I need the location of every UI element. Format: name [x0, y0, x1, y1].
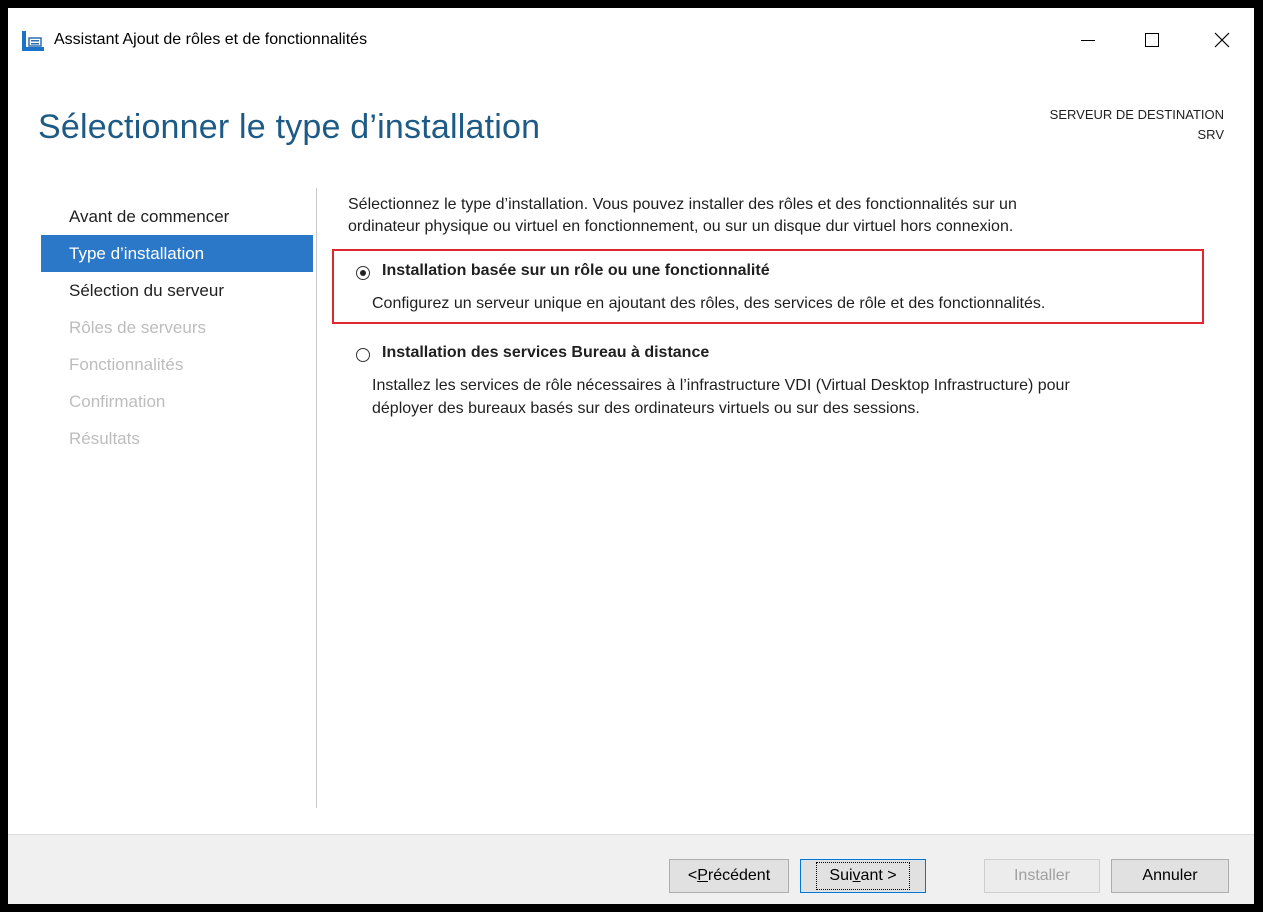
- option-title[interactable]: Installation basée sur un rôle ou une fo…: [382, 262, 770, 280]
- previous-prefix: <: [687, 867, 698, 884]
- nav-item-results: Résultats: [69, 429, 140, 448]
- title-bar[interactable]: Assistant Ajout de rôles et de fonctionn…: [8, 8, 1254, 74]
- close-icon: [1214, 32, 1230, 48]
- previous-button[interactable]: < Précédent: [669, 859, 789, 893]
- previous-label: récédent: [707, 867, 771, 884]
- nav-divider: [316, 188, 317, 808]
- nav-item-installation-type[interactable]: Type d’installation: [41, 235, 313, 272]
- minimize-icon: [1081, 40, 1095, 41]
- page-title: Sélectionner le type d’installation: [38, 108, 541, 146]
- nav-item-features: Fonctionnalités: [69, 355, 184, 374]
- nav-item-server-selection[interactable]: Sélection du serveur: [41, 272, 313, 309]
- next-prefix: Sui: [829, 867, 853, 884]
- destination-server-info: SERVEUR DE DESTINATION SRV: [1050, 105, 1224, 145]
- next-focus-rect: Suivant >: [816, 862, 910, 890]
- previous-mnemonic: P: [697, 867, 708, 884]
- window-title: Assistant Ajout de rôles et de fonctionn…: [54, 31, 368, 48]
- intro-line-2: ordinateur physique ou virtuel en foncti…: [348, 218, 1014, 235]
- role-based-radio[interactable]: [356, 266, 370, 280]
- destination-label: SERVEUR DE DESTINATION: [1049, 107, 1224, 122]
- nav-item-confirmation: Confirmation: [69, 392, 166, 411]
- option-description-line-1: Installez les services de rôle nécessair…: [372, 377, 1070, 394]
- main-content: Sélectionnez le type d’installation. Vou…: [348, 194, 1208, 417]
- install-button: Installer: [984, 859, 1100, 893]
- next-mnemonic: v: [852, 867, 861, 884]
- option-description: Installez les services de rôle nécessair…: [372, 374, 1212, 420]
- cancel-button[interactable]: Annuler: [1111, 859, 1229, 893]
- option-description: Configurez un serveur unique en ajoutant…: [372, 295, 1046, 312]
- nav-item-server-roles: Rôles de serveurs: [69, 318, 207, 337]
- server-manager-icon: [22, 31, 44, 51]
- remote-desktop-radio[interactable]: [356, 348, 370, 362]
- intro-line-1: Sélectionnez le type d’installation. Vou…: [348, 196, 1017, 213]
- wizard-window: Assistant Ajout de rôles et de fonctionn…: [8, 8, 1254, 904]
- close-button[interactable]: [1194, 18, 1250, 62]
- next-label: ant >: [860, 867, 897, 884]
- minimize-button[interactable]: [1060, 18, 1116, 62]
- destination-server: SRV: [1197, 127, 1225, 142]
- maximize-icon: [1145, 33, 1159, 47]
- maximize-button[interactable]: [1124, 18, 1180, 62]
- intro-text: Sélectionnez le type d’installation. Vou…: [348, 194, 1208, 238]
- nav-item-before-you-begin[interactable]: Avant de commencer: [41, 198, 313, 235]
- option-description-line-2: déployer des bureaux basés sur des ordin…: [372, 400, 920, 417]
- wizard-footer: < Précédent Suivant > Installer Annuler: [8, 834, 1254, 904]
- next-button[interactable]: Suivant >: [800, 859, 926, 893]
- option-title[interactable]: Installation des services Bureau à dista…: [382, 344, 709, 362]
- wizard-steps-nav: Avant de commencer Type d’installation S…: [41, 198, 313, 457]
